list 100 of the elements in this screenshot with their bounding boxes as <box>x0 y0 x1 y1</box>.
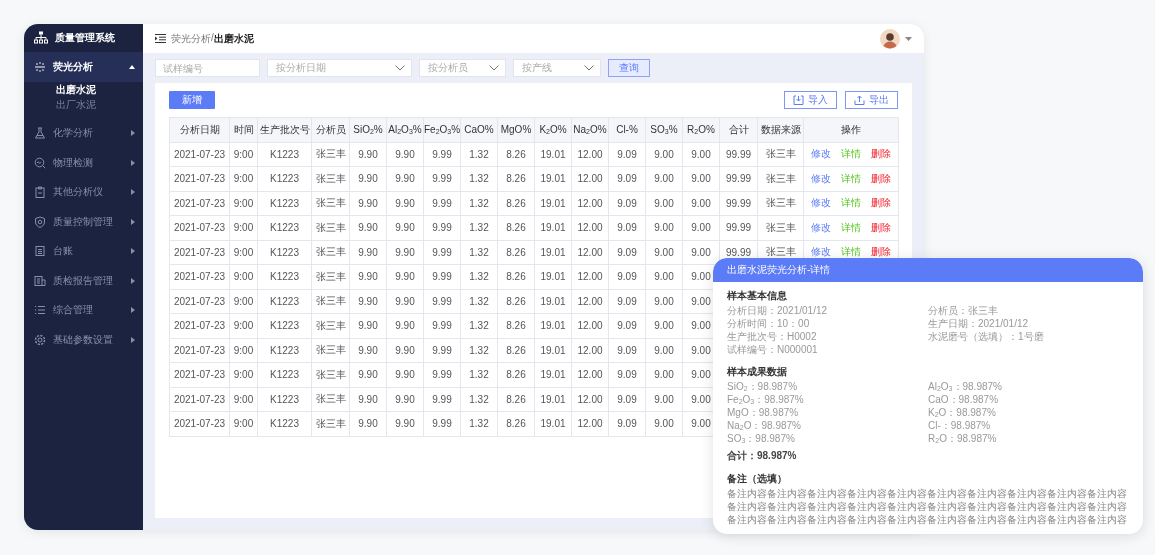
table-cell: 9.09 <box>608 411 646 436</box>
sidebar-item[interactable]: 化学分析 <box>24 118 143 148</box>
submenu-item[interactable]: 出厂水泥 <box>24 97 143 113</box>
avatar-icon[interactable] <box>880 28 900 49</box>
table-cell: 9.99 <box>423 142 461 167</box>
detail-link[interactable]: 详情 <box>841 245 861 260</box>
detail-link[interactable]: 详情 <box>841 196 861 211</box>
sidebar-item[interactable]: 质检报告管理 <box>24 266 143 296</box>
table-cell: 2021-07-23 <box>169 411 230 436</box>
table-cell: 19.01 <box>534 362 572 387</box>
edit-link[interactable]: 修改 <box>811 245 831 260</box>
table-cell: K1223 <box>257 142 312 167</box>
delete-link[interactable]: 删除 <box>871 245 891 260</box>
dialog-header: 出磨水泥荧光分析-详情 <box>713 258 1143 282</box>
table-cell: 19.01 <box>534 289 572 314</box>
table-cell: 2021-07-23 <box>169 313 230 338</box>
table-cell: 8.26 <box>497 264 535 289</box>
table-cell: 张三丰 <box>311 264 350 289</box>
select-field[interactable]: 按产线 <box>513 59 601 77</box>
table-cell: 1.32 <box>460 264 498 289</box>
result-text: Na$_{2}$O：98.987% <box>727 419 801 432</box>
detail-link[interactable]: 详情 <box>841 220 861 235</box>
section-title: 样本成果数据 <box>727 365 788 379</box>
table-cell: 张三丰 <box>757 191 804 216</box>
table-cell: 1.32 <box>460 313 498 338</box>
table-cell: 张三丰 <box>311 313 350 338</box>
query-button[interactable]: 查询 <box>608 59 650 77</box>
table-cell: 19.01 <box>534 142 572 167</box>
edit-link[interactable]: 修改 <box>811 196 831 211</box>
sidebar-item[interactable]: 综合管理 <box>24 295 143 325</box>
table-cell: 9.90 <box>349 166 387 191</box>
caret-right-icon <box>131 336 135 343</box>
submenu-item[interactable]: 出磨水泥 <box>24 81 143 97</box>
edit-link[interactable]: 修改 <box>811 171 831 186</box>
table-cell: K1223 <box>257 289 312 314</box>
sidebar-item[interactable]: 荧光分析 <box>24 52 143 82</box>
caret-down-icon[interactable] <box>905 36 912 41</box>
menu-icon[interactable] <box>155 34 166 43</box>
sidebar-item[interactable]: 物理检测 <box>24 148 143 178</box>
delete-link[interactable]: 删除 <box>871 220 891 235</box>
table-cell: 9:00 <box>229 215 258 240</box>
column-header: 分析员 <box>311 117 350 142</box>
table-cell: K1223 <box>257 362 312 387</box>
column-header: SiO$_{2}$% <box>349 117 387 142</box>
caret-right-icon <box>131 307 135 314</box>
export-button[interactable]: 导出 <box>845 91 898 109</box>
result-text: Al$_{2}$O$_{3}$：98.987% <box>928 380 1002 393</box>
delete-link[interactable]: 删除 <box>871 147 891 162</box>
table-cell: 9.90 <box>386 191 424 216</box>
table-cell: 9.90 <box>349 411 387 436</box>
delete-link[interactable]: 删除 <box>871 196 891 211</box>
table-cell: 2021-07-23 <box>169 264 230 289</box>
column-header: Na$_{2}$O% <box>571 117 609 142</box>
breadcrumb-link[interactable]: 荧光分析 <box>171 31 211 46</box>
table-cell: 9.00 <box>645 166 683 191</box>
column-header: MgO% <box>497 117 535 142</box>
table-cell: 9:00 <box>229 387 258 412</box>
add-button[interactable]: 新增 <box>169 91 215 109</box>
table-cell: 9.90 <box>386 240 424 265</box>
table-cell: 9.09 <box>608 191 646 216</box>
table-cell: 99.99 <box>719 215 758 240</box>
detail-link[interactable]: 详情 <box>841 147 861 162</box>
sidebar-item[interactable]: 基础参数设置 <box>24 325 143 355</box>
table-cell: 1.32 <box>460 240 498 265</box>
table-cell: 2021-07-23 <box>169 289 230 314</box>
delete-link[interactable]: 删除 <box>871 171 891 186</box>
table-cell: 1.32 <box>460 338 498 363</box>
import-button[interactable]: 导入 <box>784 91 837 109</box>
clipboard-icon <box>34 186 46 199</box>
select-field[interactable]: 按分析员 <box>419 59 506 77</box>
table-cell: 9:00 <box>229 313 258 338</box>
table-cell: K1223 <box>257 313 312 338</box>
table-cell: 12.00 <box>571 338 609 363</box>
table-cell: 9.99 <box>423 166 461 191</box>
table-cell: 8.26 <box>497 411 535 436</box>
table-cell: 9.00 <box>645 411 683 436</box>
sidebar-item[interactable]: 其他分析仪 <box>24 177 143 207</box>
table-cell: 1.32 <box>460 387 498 412</box>
table-cell: 99.99 <box>719 191 758 216</box>
table-cell: 9.09 <box>608 338 646 363</box>
sidebar-item[interactable]: 台账 <box>24 236 143 266</box>
table-cell: 19.01 <box>534 240 572 265</box>
edit-link[interactable]: 修改 <box>811 147 831 162</box>
caret-right-icon <box>131 277 135 284</box>
edit-link[interactable]: 修改 <box>811 220 831 235</box>
table-cell: 9:00 <box>229 240 258 265</box>
table-cell: 张三丰 <box>311 142 350 167</box>
table-cell: 2021-07-23 <box>169 166 230 191</box>
breadcrumb-current: 出磨水泥 <box>213 31 254 46</box>
sample-number-field[interactable]: 试样编号 <box>155 59 260 77</box>
select-field[interactable]: 按分析日期 <box>267 59 412 77</box>
chevron-down-icon <box>489 65 499 71</box>
detail-link[interactable]: 详情 <box>841 171 861 186</box>
table-cell: 张三丰 <box>311 215 350 240</box>
table-cell: 9.90 <box>349 362 387 387</box>
column-header: 操作 <box>803 117 899 142</box>
table-cell: 8.26 <box>497 142 535 167</box>
sidebar-item[interactable]: 质量控制管理 <box>24 207 143 237</box>
upload-icon <box>854 95 865 105</box>
column-header: R$_{2}$O% <box>682 117 720 142</box>
